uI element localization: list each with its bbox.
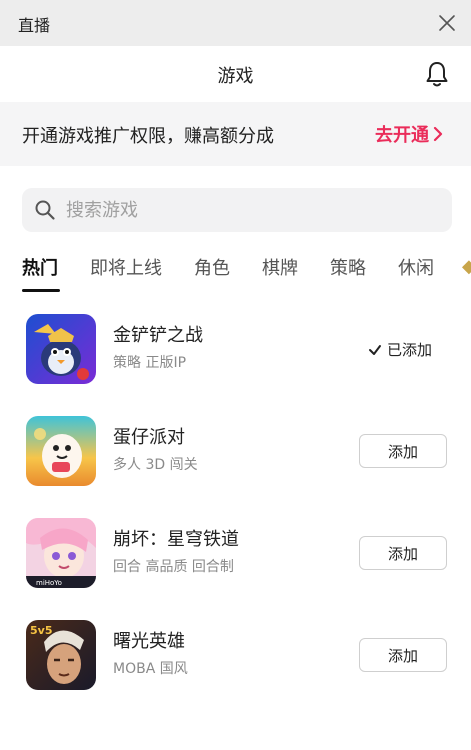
add-game-button[interactable]: 添加: [359, 536, 447, 570]
promo-banner: 开通游戏推广权限，赚高额分成 去开通: [0, 102, 471, 166]
category-tabs: 热门 即将上线 角色 棋牌 策略 休闲: [22, 254, 471, 294]
page-header: 游戏: [0, 46, 471, 102]
added-label: 已添加: [387, 341, 433, 359]
game-name: 崩坏：星穹铁道: [113, 529, 239, 550]
add-game-button[interactable]: 添加: [359, 434, 447, 468]
tabs-overflow-fade: ◆: [462, 256, 471, 277]
game-icon-dawn-hero: 5v5: [26, 620, 96, 690]
enable-promotion-label: 去开通: [375, 125, 429, 146]
game-icon-eggy-party: [26, 416, 96, 486]
game-name: 金铲铲之战: [113, 325, 203, 346]
search-icon: [35, 200, 55, 220]
live-window: 直播 游戏 开通游戏推广权限，赚高额分成 去开通 热门 即将上线: [0, 0, 471, 750]
add-game-button[interactable]: 添加: [359, 638, 447, 672]
tab-role[interactable]: 角色: [194, 254, 230, 280]
game-icon-star-rail: miHoYo: [26, 518, 96, 588]
tab-casual[interactable]: 休闲: [398, 254, 434, 280]
tab-chess-cards[interactable]: 棋牌: [262, 254, 298, 280]
chevron-right-icon: [433, 126, 443, 142]
game-tags: MOBA 国风: [113, 661, 188, 677]
added-status[interactable]: 已添加: [368, 339, 432, 360]
game-item[interactable]: miHoYo 崩坏：星穹铁道 回合 高品质 回合制 添加: [0, 518, 471, 618]
title-bar: 直播: [0, 0, 471, 46]
promo-text: 开通游戏推广权限，赚高额分成: [22, 126, 274, 147]
window-title: 直播: [18, 16, 51, 35]
search-box[interactable]: [22, 188, 452, 232]
game-name: 曙光英雄: [113, 631, 185, 652]
check-icon: [369, 344, 381, 355]
svg-text:miHoYo: miHoYo: [36, 579, 62, 587]
bell-icon[interactable]: [424, 60, 450, 88]
game-tags: 回合 高品质 回合制: [113, 559, 234, 575]
game-item[interactable]: 蛋仔派对 多人 3D 闯关 添加: [0, 416, 471, 516]
game-tags: 多人 3D 闯关: [113, 457, 198, 473]
game-item[interactable]: 5v5 曙光英雄 MOBA 国风 添加: [0, 620, 471, 720]
enable-promotion-link[interactable]: 去开通: [375, 121, 443, 147]
tab-upcoming[interactable]: 即将上线: [90, 254, 162, 280]
game-item[interactable]: 金铲铲之战 策略 正版IP 已添加: [0, 314, 471, 414]
svg-text:5v5: 5v5: [30, 624, 52, 637]
active-tab-indicator: [22, 289, 60, 292]
game-tags: 策略 正版IP: [113, 355, 187, 371]
tab-strategy[interactable]: 策略: [330, 254, 366, 280]
page-title: 游戏: [217, 66, 254, 87]
game-name: 蛋仔派对: [113, 427, 185, 448]
game-icon-jcc: [26, 314, 96, 384]
search-input[interactable]: [66, 188, 436, 232]
close-icon[interactable]: [436, 12, 458, 34]
tab-hot[interactable]: 热门: [22, 254, 58, 280]
